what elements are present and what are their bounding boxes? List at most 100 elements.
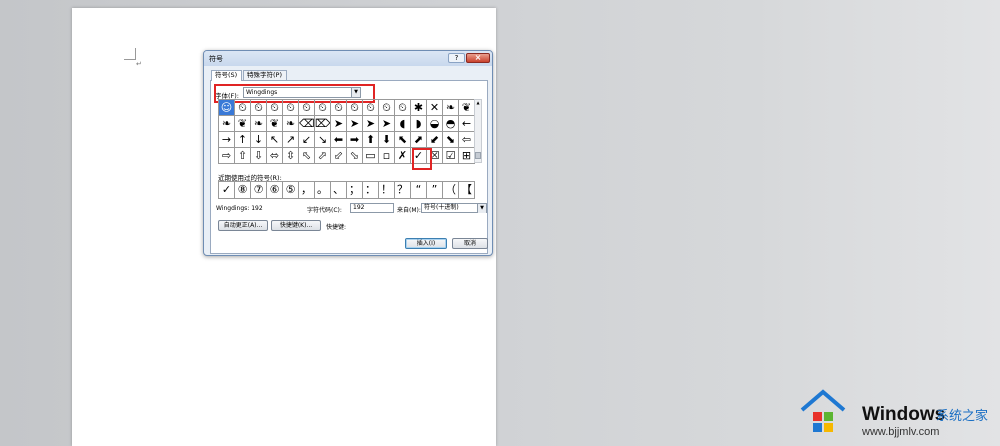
symbol-cell[interactable]: ⊞ — [459, 148, 475, 164]
symbol-cell[interactable]: ⌦ — [315, 116, 331, 132]
symbol-cell[interactable]: ➤ — [331, 116, 347, 132]
recent-symbol-cell[interactable]: ， — [299, 182, 315, 199]
char-code-input[interactable]: 192 — [350, 203, 394, 213]
recent-symbol-cell[interactable]: ⑤ — [283, 182, 299, 199]
symbol-cell[interactable]: ◒ — [427, 116, 443, 132]
symbol-cell[interactable]: ⬋ — [427, 132, 443, 148]
paragraph-mark: ↵ — [136, 60, 142, 68]
symbol-cell[interactable]: ↖ — [267, 132, 283, 148]
symbol-cell[interactable]: ⬁ — [299, 148, 315, 164]
recent-symbol-cell[interactable]: ： — [363, 182, 379, 199]
symbol-cell[interactable]: ↙ — [299, 132, 315, 148]
symbol-cell[interactable]: ↗ — [283, 132, 299, 148]
close-button[interactable]: × — [466, 53, 490, 63]
symbol-cell[interactable]: ➡ — [347, 132, 363, 148]
symbol-cell[interactable]: ☺ — [219, 100, 235, 116]
symbol-cell[interactable]: ⬊ — [443, 132, 459, 148]
symbol-cell[interactable]: ➤ — [379, 116, 395, 132]
symbol-cell[interactable]: ⏲ — [363, 100, 379, 116]
symbol-cell[interactable]: ◓ — [443, 116, 459, 132]
recent-symbol-cell[interactable]: 【 — [459, 182, 475, 199]
recent-symbol-cell[interactable]: “ — [411, 182, 427, 199]
dialog-titlebar[interactable]: 符号 ? × — [204, 51, 492, 66]
symbol-cell[interactable]: ⏲ — [267, 100, 283, 116]
symbol-cell[interactable]: ✱ — [411, 100, 427, 116]
recent-symbol-cell[interactable]: 、 — [331, 182, 347, 199]
symbol-cell[interactable]: ⇳ — [283, 148, 299, 164]
symbol-cell[interactable]: ⏲ — [379, 100, 395, 116]
symbol-cell[interactable]: ❧ — [251, 116, 267, 132]
symbol-cell[interactable]: ⬂ — [347, 148, 363, 164]
symbol-cell[interactable]: ⏲ — [315, 100, 331, 116]
symbol-cell[interactable]: ⇦ — [459, 132, 475, 148]
symbol-cell[interactable]: ❧ — [283, 116, 299, 132]
symbol-cell[interactable]: ⏲ — [283, 100, 299, 116]
symbol-cell[interactable]: ⏲ — [251, 100, 267, 116]
symbol-cell[interactable]: ⬈ — [411, 132, 427, 148]
symbol-grid: ☺ ⏲ ⏲ ⏲ ⏲ ⏲ ⏲ ⏲ ⏲ ⏲ ⏲ ⏲ ✱ ✕ ❧ ❦ ❧ ❦ ❧ ❦ ❧ ⌫ ⌦ ➤ ➤ ➤ ➤ ◖ ◗ ◒ ◓ ← → ↑ ↓ ↖ ↗ ↙ ↘ ⬅… — [218, 99, 475, 164]
symbol-cell[interactable]: ⬅ — [331, 132, 347, 148]
symbol-cell[interactable]: ⬇ — [379, 132, 395, 148]
symbol-cell[interactable]: ❦ — [267, 116, 283, 132]
symbol-cell[interactable]: ⏲ — [235, 100, 251, 116]
symbol-cell[interactable]: ⏲ — [299, 100, 315, 116]
from-select[interactable]: 符号(十进制) ▼ — [421, 203, 487, 213]
symbol-cell[interactable]: ← — [459, 116, 475, 132]
symbol-cell[interactable]: ↑ — [235, 132, 251, 148]
recent-symbol-cell[interactable]: （ — [443, 182, 459, 199]
recent-symbol-cell[interactable]: ⑧ — [235, 182, 251, 199]
symbol-cell[interactable]: ⬃ — [331, 148, 347, 164]
symbol-cell[interactable]: ◗ — [411, 116, 427, 132]
symbol-cell[interactable]: ✗ — [395, 148, 411, 164]
symbol-cell[interactable]: ❦ — [459, 100, 475, 116]
symbols-panel: 字体(F): Wingdings ▼ ☺ ⏲ ⏲ ⏲ ⏲ ⏲ ⏲ ⏲ ⏲ ⏲ ⏲ ⏲ ✱ ✕ ❧ ❦ ❧ ❦ ❧ ❦ ❧… — [210, 80, 488, 254]
recent-symbol-cell[interactable]: ” — [427, 182, 443, 199]
recent-symbol-cell[interactable]: ⑦ — [251, 182, 267, 199]
symbol-cell[interactable]: ↓ — [251, 132, 267, 148]
insert-button[interactable]: 插入(I) — [405, 238, 447, 249]
symbol-cell[interactable]: ⬉ — [395, 132, 411, 148]
symbol-cell[interactable]: ↘ — [315, 132, 331, 148]
symbol-cell[interactable]: ▭ — [363, 148, 379, 164]
shortcut-key-button[interactable]: 快捷键(K)... — [271, 220, 321, 231]
symbol-cell[interactable]: ⇩ — [251, 148, 267, 164]
help-button[interactable]: ? — [448, 53, 465, 63]
from-select-value: 符号(十进制) — [424, 204, 459, 211]
tab-special-characters[interactable]: 特殊字符(P) — [243, 70, 287, 80]
symbol-cell[interactable]: ⬀ — [315, 148, 331, 164]
cancel-button[interactable]: 取消 — [452, 238, 488, 249]
symbol-cell[interactable]: ❦ — [235, 116, 251, 132]
symbol-cell[interactable]: ⏲ — [395, 100, 411, 116]
symbol-cell[interactable]: ➤ — [363, 116, 379, 132]
symbol-grid-scrollbar[interactable]: ▲ — [474, 99, 482, 163]
symbol-cell[interactable]: → — [219, 132, 235, 148]
symbol-cell[interactable]: ✕ — [427, 100, 443, 116]
scrollbar-thumb[interactable] — [475, 152, 481, 159]
recent-symbol-cell[interactable]: ； — [347, 182, 363, 199]
scroll-up-icon[interactable]: ▲ — [475, 100, 481, 106]
recent-symbol-cell[interactable]: 。 — [315, 182, 331, 199]
recent-symbol-cell[interactable]: ？ — [395, 182, 411, 199]
symbol-cell[interactable]: ▫ — [379, 148, 395, 164]
symbol-cell[interactable]: ⬄ — [267, 148, 283, 164]
symbol-cell[interactable]: ❧ — [443, 100, 459, 116]
autocorrect-button[interactable]: 自动更正(A)... — [218, 220, 268, 231]
symbol-cell[interactable]: ⏲ — [347, 100, 363, 116]
recent-symbol-cell[interactable]: ⑥ — [267, 182, 283, 199]
symbol-cell[interactable]: ⏲ — [331, 100, 347, 116]
symbol-cell[interactable]: ⌫ — [299, 116, 315, 132]
symbol-cell[interactable]: ⇧ — [235, 148, 251, 164]
recent-symbol-cell[interactable]: ✓ — [219, 182, 235, 199]
symbol-cell[interactable]: ⬆ — [363, 132, 379, 148]
symbol-cell[interactable]: ⇨ — [219, 148, 235, 164]
recent-symbol-cell[interactable]: ！ — [379, 182, 395, 199]
symbol-cell[interactable]: ➤ — [347, 116, 363, 132]
symbol-cell[interactable]: ☑ — [443, 148, 459, 164]
margin-corner-mark — [124, 48, 136, 60]
symbol-cell[interactable]: ◖ — [395, 116, 411, 132]
chevron-down-icon[interactable]: ▼ — [477, 204, 486, 213]
tab-symbols[interactable]: 符号(S) — [211, 70, 242, 81]
from-label: 来自(M): — [397, 207, 421, 214]
symbol-cell[interactable]: ❧ — [219, 116, 235, 132]
watermark-title: Windows — [862, 404, 946, 425]
